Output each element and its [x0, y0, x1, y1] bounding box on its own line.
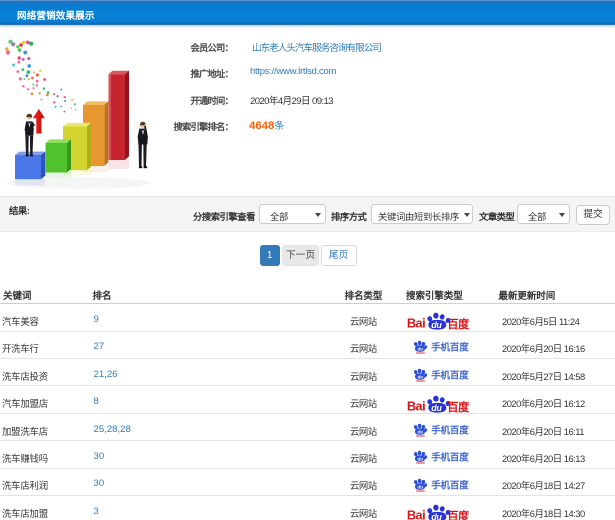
svg-text:du: du [417, 429, 423, 434]
svg-text:du: du [417, 456, 423, 461]
svg-text:百度: 百度 [447, 509, 470, 520]
svg-text:百度: 百度 [447, 317, 470, 331]
svg-text:du: du [417, 347, 423, 352]
svg-text:Bai: Bai [407, 508, 425, 520]
svg-text:du: du [431, 320, 442, 330]
svg-text:du: du [431, 403, 442, 413]
svg-text:百度: 百度 [447, 400, 470, 414]
svg-text:du: du [431, 512, 442, 520]
svg-text:手机百度: 手机百度 [431, 369, 469, 381]
svg-text:手机百度: 手机百度 [431, 342, 469, 354]
svg-text:手机百度: 手机百度 [431, 452, 469, 464]
svg-text:du: du [417, 374, 423, 379]
svg-text:du: du [417, 484, 423, 489]
svg-text:手机百度: 手机百度 [431, 424, 469, 436]
svg-text:Bai: Bai [407, 398, 425, 413]
svg-text:Bai: Bai [407, 316, 425, 331]
svg-text:手机百度: 手机百度 [431, 479, 469, 491]
